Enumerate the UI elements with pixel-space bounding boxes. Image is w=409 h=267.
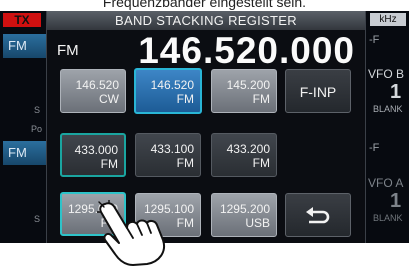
- back-button[interactable]: [285, 193, 351, 237]
- register-button-1[interactable]: 146.520 CW: [60, 69, 126, 113]
- vfo-b-state: BLANK: [373, 104, 403, 114]
- register-frequency: 145.200: [226, 78, 270, 92]
- vfo-a-label: VFO A: [368, 176, 404, 190]
- register-mode: FM: [252, 156, 270, 170]
- register-mode: FM: [176, 92, 194, 106]
- caption-strip: Frequenzbänder eingestellt sein.: [0, 0, 409, 11]
- radio-screen: TX FM S Po FM S kHz -F VFO B 1 BLANK -F …: [0, 11, 409, 243]
- register-frequency: 146.520: [75, 78, 119, 92]
- register-mode: FM: [100, 157, 118, 171]
- right-filter-2: -F: [369, 142, 380, 154]
- register-mode: FM: [176, 156, 194, 170]
- register-button-3[interactable]: 145.200 FM: [211, 69, 277, 113]
- register-button-5[interactable]: 433.100 FM: [135, 133, 201, 177]
- mode-button-bottom[interactable]: FM: [3, 141, 46, 165]
- register-frequency: 433.200: [226, 142, 270, 156]
- vfo-a-state: BLANK: [373, 213, 403, 223]
- register-button-2[interactable]: 146.520 FM: [134, 68, 202, 114]
- current-mode: FM: [57, 42, 79, 59]
- register-frequency: 146.520: [150, 78, 194, 92]
- register-button-6[interactable]: 433.200 FM: [211, 133, 277, 177]
- pointing-hand-icon: [97, 200, 165, 266]
- unit-badge: kHz: [370, 13, 406, 26]
- vfo-a-number: 1: [390, 190, 402, 212]
- side-letter-s2: S: [34, 214, 41, 224]
- register-mode: USB: [245, 216, 270, 230]
- caption-text: Frequenzbänder eingestellt sein.: [102, 0, 307, 10]
- register-button-4[interactable]: 433.000 FM: [60, 133, 126, 177]
- register-mode: CW: [99, 92, 119, 106]
- dialog-title: BAND STACKING REGISTER: [47, 11, 365, 30]
- tx-indicator: TX: [3, 13, 41, 27]
- side-letter-s1: S: [34, 105, 41, 115]
- register-button-9[interactable]: 1295.200 USB: [211, 193, 277, 237]
- register-mode: FM: [252, 92, 270, 106]
- right-filter-1: -F: [369, 34, 380, 46]
- band-stacking-dialog: BAND STACKING REGISTER FM 146.520.000 14…: [46, 11, 366, 243]
- current-frequency: 146.520.000: [138, 30, 355, 71]
- side-label-po: Po: [31, 124, 43, 134]
- return-arrow-icon: [306, 207, 330, 224]
- register-frequency: 433.000: [74, 143, 118, 157]
- register-frequency: 1295.200: [219, 202, 270, 216]
- vfo-b-number: 1: [390, 81, 402, 103]
- mode-button-top[interactable]: FM: [3, 34, 46, 58]
- f-inp-button[interactable]: F-INP: [285, 69, 351, 113]
- register-frequency: 433.100: [150, 142, 194, 156]
- vfo-b-label: VFO B: [368, 67, 405, 81]
